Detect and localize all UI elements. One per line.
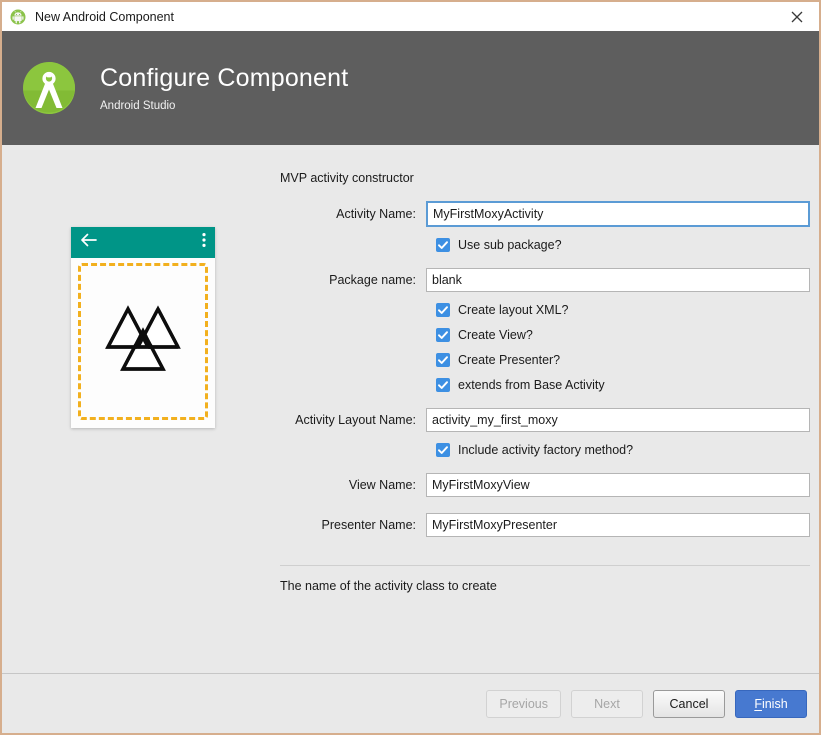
header-subtitle: Android Studio (100, 99, 176, 112)
hint-text: The name of the activity class to create (280, 579, 497, 593)
section-title: MVP activity constructor (280, 171, 414, 185)
label-view-name: View Name: (348, 478, 416, 492)
preview-body (71, 258, 215, 428)
preview-toolbar (71, 227, 215, 258)
field-wrapper-view-name (426, 473, 810, 497)
create-presenter-checkbox[interactable] (436, 353, 450, 367)
title-bar: New Android Component (2, 2, 819, 31)
view-name-input[interactable] (426, 473, 810, 497)
label-activity-name: Activity Name: (336, 207, 416, 221)
extends-base-activity-label[interactable]: extends from Base Activity (458, 378, 605, 392)
field-row-activity-layout-name: Activity Layout Name: (280, 408, 810, 432)
back-arrow-icon (80, 233, 97, 252)
window-title: New Android Component (35, 9, 174, 24)
next-button[interactable]: Next (571, 689, 643, 718)
checkbox-row-create-presenter[interactable]: Create Presenter? (436, 353, 810, 367)
checkbox-row-include-activity-factory-method[interactable]: Include activity factory method? (436, 443, 810, 457)
use-sub-package-label[interactable]: Use sub package? (458, 238, 562, 252)
finish-button-rest: inish (761, 696, 788, 711)
android-robot-icon (10, 9, 26, 25)
use-sub-package-checkbox[interactable] (436, 238, 450, 252)
preview-dashed-placeholder (78, 263, 208, 420)
checkbox-row-create-layout-xml[interactable]: Create layout XML? (436, 303, 810, 317)
cancel-button[interactable]: Cancel (653, 689, 725, 718)
package-name-input[interactable] (426, 268, 810, 292)
create-layout-xml-label[interactable]: Create layout XML? (458, 303, 568, 317)
include-activity-factory-method-checkbox[interactable] (436, 443, 450, 457)
field-wrapper-activity-layout-name (426, 408, 810, 432)
valknut-triangles-icon (104, 305, 182, 378)
activity-layout-name-input[interactable] (426, 408, 810, 432)
create-presenter-label[interactable]: Create Presenter? (458, 353, 560, 367)
overflow-menu-icon (202, 232, 206, 253)
dialog-footer: Previous Next Cancel Finish (2, 674, 819, 733)
create-layout-xml-checkbox[interactable] (436, 303, 450, 317)
dialog-content: MVP activity constructor Activity Name: … (2, 145, 819, 673)
close-icon[interactable] (774, 2, 819, 31)
field-row-activity-name: Activity Name: (280, 201, 810, 227)
configuration-form: MVP activity constructor Activity Name: … (280, 145, 810, 593)
label-package-name: Package name: (329, 273, 416, 287)
android-studio-logo-icon (20, 59, 78, 117)
field-wrapper-package-name (426, 268, 810, 292)
new-android-component-dialog: New Android Component Configure Componen… (0, 0, 821, 735)
finish-button[interactable]: Finish (735, 689, 807, 718)
include-activity-factory-method-label[interactable]: Include activity factory method? (458, 443, 633, 457)
header-title: Configure Component (100, 63, 349, 92)
field-row-presenter-name: Presenter Name: (280, 513, 810, 537)
activity-name-input[interactable] (426, 201, 810, 227)
field-row-package-name: Package name: (280, 268, 810, 292)
previous-button[interactable]: Previous (486, 689, 561, 718)
label-presenter-name: Presenter Name: (321, 518, 416, 532)
checkbox-row-use-sub-package[interactable]: Use sub package? (436, 238, 810, 252)
field-wrapper-presenter-name (426, 513, 810, 537)
checkbox-row-extends-base-activity[interactable]: extends from Base Activity (436, 378, 810, 392)
label-activity-layout-name: Activity Layout Name: (295, 413, 416, 427)
hint-divider (280, 565, 810, 566)
create-view-label[interactable]: Create View? (458, 328, 533, 342)
finish-button-mnemonic: F (754, 696, 762, 711)
create-view-checkbox[interactable] (436, 328, 450, 342)
field-wrapper-activity-name (426, 201, 810, 227)
header-text-block: Configure Component Android Studio (100, 63, 348, 114)
presenter-name-input[interactable] (426, 513, 810, 537)
field-row-view-name: View Name: (280, 473, 810, 497)
activity-preview (71, 227, 215, 428)
extends-base-activity-checkbox[interactable] (436, 378, 450, 392)
checkbox-row-create-view[interactable]: Create View? (436, 328, 810, 342)
dialog-header: Configure Component Android Studio (2, 31, 819, 145)
